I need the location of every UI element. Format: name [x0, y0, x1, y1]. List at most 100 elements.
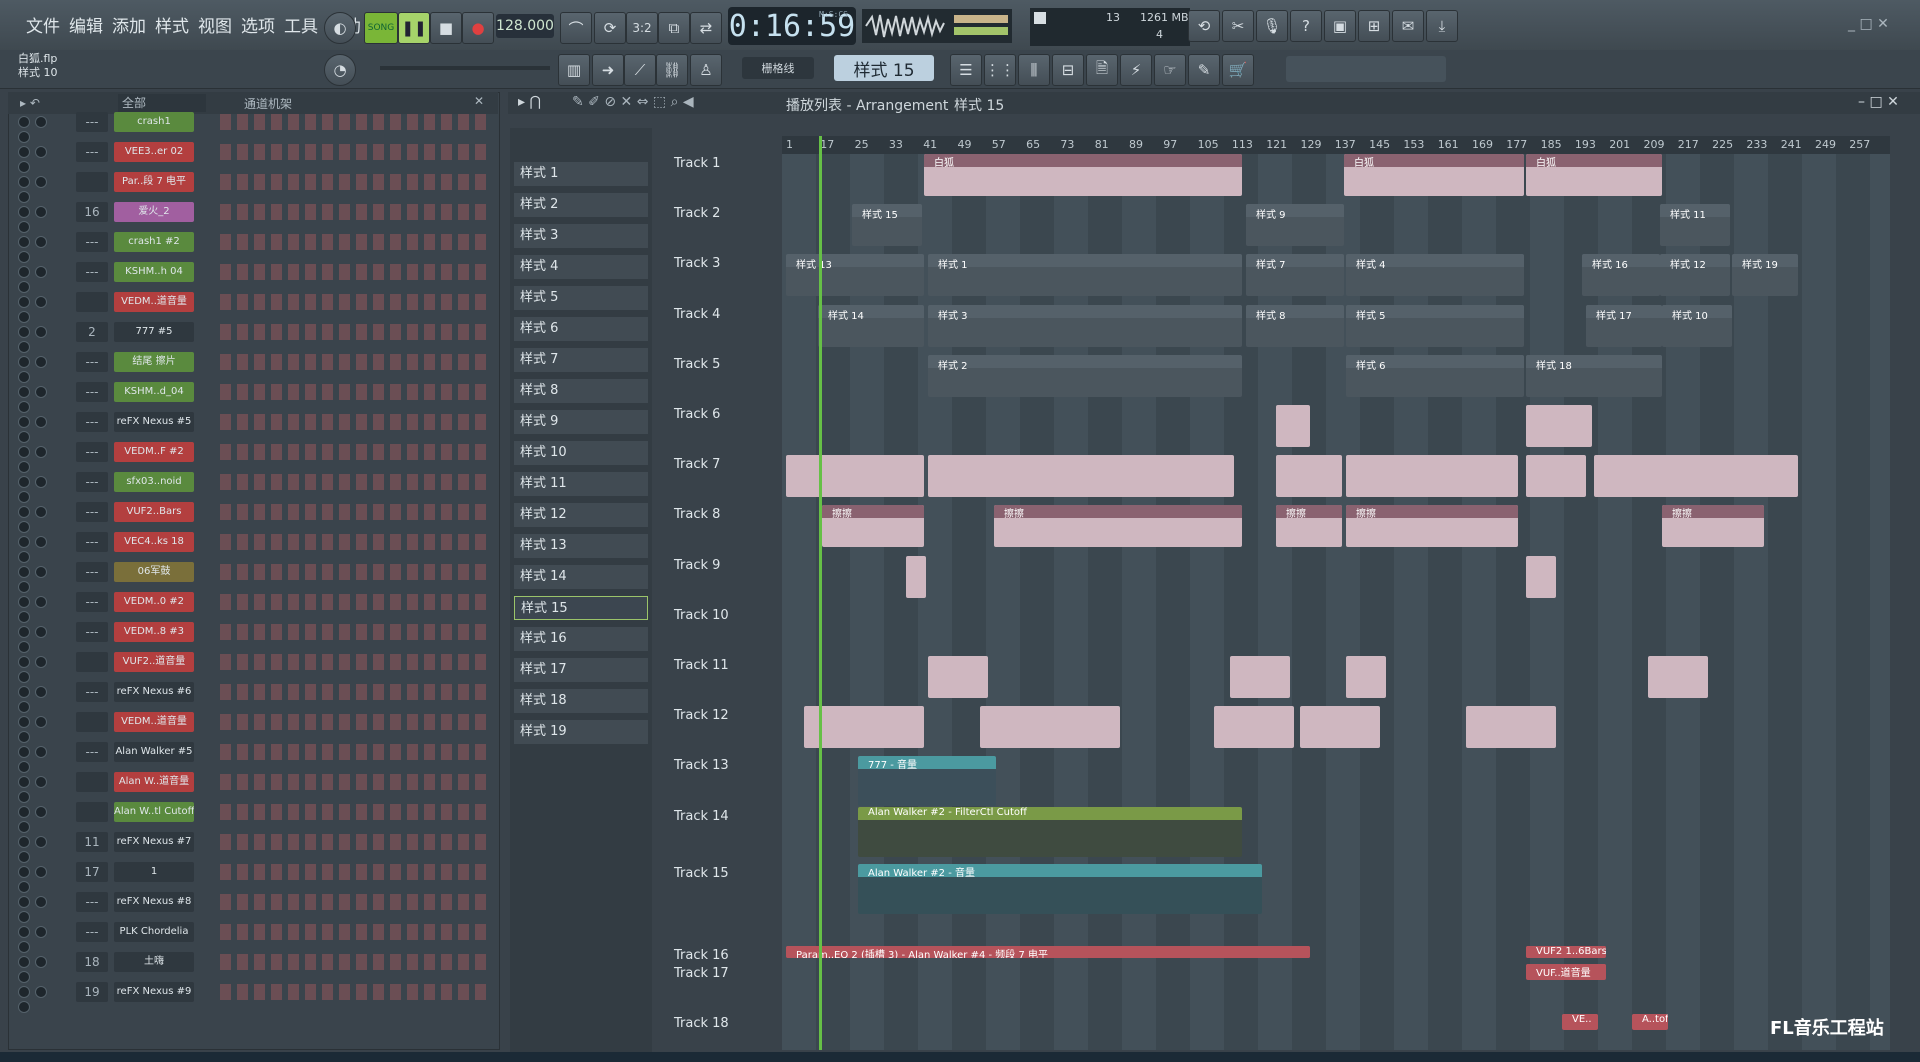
channel-name-button[interactable]: Alan W..tl Cutoff: [114, 802, 194, 822]
channel-name-button[interactable]: 06军鼓: [114, 562, 194, 582]
pattern-clip[interactable]: 样式 17: [1586, 304, 1662, 347]
pattern-clip[interactable]: 样式 15: [852, 204, 922, 247]
step-buttons[interactable]: [220, 684, 490, 700]
step-buttons[interactable]: [220, 354, 490, 370]
mixer-track-number[interactable]: 18: [76, 952, 108, 972]
channel-name-button[interactable]: reFX Nexus #9: [114, 982, 194, 1002]
channel-name-button[interactable]: PLK Chordelia: [114, 922, 194, 942]
channel-knobs-icon[interactable]: [18, 536, 66, 563]
channel-knobs-icon[interactable]: [18, 866, 66, 893]
channel-name-button[interactable]: VUF2..Bars: [114, 502, 194, 522]
stamp-icon[interactable]: ♙: [690, 54, 722, 86]
mixer-track-number[interactable]: ---: [76, 472, 108, 492]
link-icon[interactable]: ⛓: [656, 54, 688, 86]
step-buttons[interactable]: [220, 324, 490, 340]
mixer-track-number[interactable]: ---: [76, 352, 108, 372]
channel-knobs-icon[interactable]: [18, 716, 66, 743]
track-label[interactable]: Track 15: [674, 866, 780, 881]
track-label[interactable]: Track 1: [674, 156, 780, 171]
channel-row[interactable]: Par..段 7 电平: [12, 170, 492, 203]
channel-knobs-icon[interactable]: [18, 416, 66, 443]
automation-clip[interactable]: VUF2 1..6Bars: [1526, 946, 1606, 958]
mixer-track-number[interactable]: ---: [76, 262, 108, 282]
audio-clip[interactable]: [804, 706, 924, 749]
pattern-clip[interactable]: 样式 9: [1246, 204, 1344, 247]
undo-history-icon[interactable]: ⟲: [1188, 10, 1220, 42]
pattern-item[interactable]: 样式 15: [514, 596, 648, 620]
pattern-clip[interactable]: 样式 12: [1660, 254, 1730, 297]
record-button[interactable]: ●: [462, 12, 494, 44]
pause-button[interactable]: ❚❚: [398, 12, 430, 44]
channel-knobs-icon[interactable]: [18, 446, 66, 473]
channel-row[interactable]: --- PLK Chordelia: [12, 920, 492, 953]
channel-name-button[interactable]: Par..段 7 电平: [114, 172, 194, 192]
step-buttons[interactable]: [220, 564, 490, 580]
browser-icon[interactable]: 🗎: [1086, 54, 1118, 86]
channel-name-button[interactable]: VEE3..er 02: [114, 142, 194, 162]
audio-clip[interactable]: 擦擦: [994, 505, 1242, 548]
track-label[interactable]: Track 2: [674, 206, 780, 221]
menu-add[interactable]: 添加: [112, 12, 146, 37]
channel-knobs-icon[interactable]: [18, 596, 66, 623]
track-label[interactable]: Track 11: [674, 658, 780, 673]
audio-clip[interactable]: 擦擦: [1276, 505, 1342, 548]
mixer-track-number[interactable]: [76, 292, 108, 312]
audio-clip[interactable]: 擦擦: [822, 505, 924, 548]
channel-row[interactable]: --- VEDM..0 #2: [12, 590, 492, 623]
channel-name-button[interactable]: VEDM..0 #2: [114, 592, 194, 612]
channel-knobs-icon[interactable]: [18, 746, 66, 773]
cut-icon[interactable]: ✂: [1222, 10, 1254, 42]
pattern-clip[interactable]: 样式 3: [928, 304, 1242, 347]
channel-row[interactable]: --- Alan Walker #5: [12, 740, 492, 773]
mixer-track-number[interactable]: ---: [76, 532, 108, 552]
mixer-track-number[interactable]: 19: [76, 982, 108, 1002]
pattern-clip[interactable]: 样式 2: [928, 354, 1242, 397]
mixer-track-number[interactable]: [76, 172, 108, 192]
audio-clip[interactable]: 白狐: [1526, 154, 1662, 196]
channel-name-button[interactable]: 结尾 擦片: [114, 352, 194, 372]
shop-icon[interactable]: 🛒: [1222, 54, 1254, 86]
mixer-track-number[interactable]: ---: [76, 412, 108, 432]
arrow-right-icon[interactable]: ➜: [592, 54, 624, 86]
mixer-icon[interactable]: ⫼: [1018, 54, 1050, 86]
channel-row[interactable]: --- sfx03..noid: [12, 470, 492, 503]
audio-clip[interactable]: [1526, 555, 1556, 598]
channel-knobs-icon[interactable]: [18, 476, 66, 503]
mixer-track-number[interactable]: ---: [76, 922, 108, 942]
step-buttons[interactable]: [220, 444, 490, 460]
channel-name-button[interactable]: sfx03..noid: [114, 472, 194, 492]
channel-name-button[interactable]: 爱火_2: [114, 202, 194, 222]
channel-row[interactable]: --- VUF2..Bars: [12, 500, 492, 533]
channel-row[interactable]: --- KSHM..h 04: [12, 260, 492, 293]
track-label[interactable]: Track 6: [674, 407, 780, 422]
pattern-item[interactable]: 样式 13: [514, 534, 648, 558]
master-volume-slider[interactable]: [380, 66, 550, 70]
channel-name-button[interactable]: VEDM..8 #3: [114, 622, 194, 642]
mixer-track-number[interactable]: [76, 772, 108, 792]
audio-clip[interactable]: [906, 555, 926, 598]
pattern-item[interactable]: 样式 18: [514, 689, 648, 713]
step-buttons[interactable]: [220, 234, 490, 250]
step-buttons[interactable]: [220, 414, 490, 430]
audio-clip[interactable]: 擦擦: [1346, 505, 1518, 548]
pattern-item[interactable]: 样式 10: [514, 441, 648, 465]
audio-clip[interactable]: [980, 706, 1120, 749]
window-controls[interactable]: _ □ ✕: [1848, 16, 1889, 32]
channel-name-button[interactable]: 1: [114, 862, 194, 882]
step-buttons[interactable]: [220, 954, 490, 970]
song-position-clock[interactable]: M:S:CS 0:16:59: [728, 7, 856, 45]
mixer-track-number[interactable]: ---: [76, 682, 108, 702]
automation-clip[interactable]: 777 - 音量: [858, 756, 996, 807]
audio-clip[interactable]: [1346, 455, 1518, 498]
channel-knobs-icon[interactable]: [18, 326, 66, 353]
pattern-clip[interactable]: 样式 4: [1346, 254, 1524, 297]
loop-icon[interactable]: ⇄: [690, 12, 722, 44]
channel-rack-icon[interactable]: ⊟: [1052, 54, 1084, 86]
step-buttons[interactable]: [220, 924, 490, 940]
pattern-clip[interactable]: 样式 1: [928, 254, 1242, 297]
step-buttons[interactable]: [220, 594, 490, 610]
pattern-item[interactable]: 样式 14: [514, 565, 648, 589]
audio-clip[interactable]: [1526, 405, 1592, 447]
step-buttons[interactable]: [220, 984, 490, 1000]
track-label[interactable]: Track 13: [674, 758, 780, 773]
